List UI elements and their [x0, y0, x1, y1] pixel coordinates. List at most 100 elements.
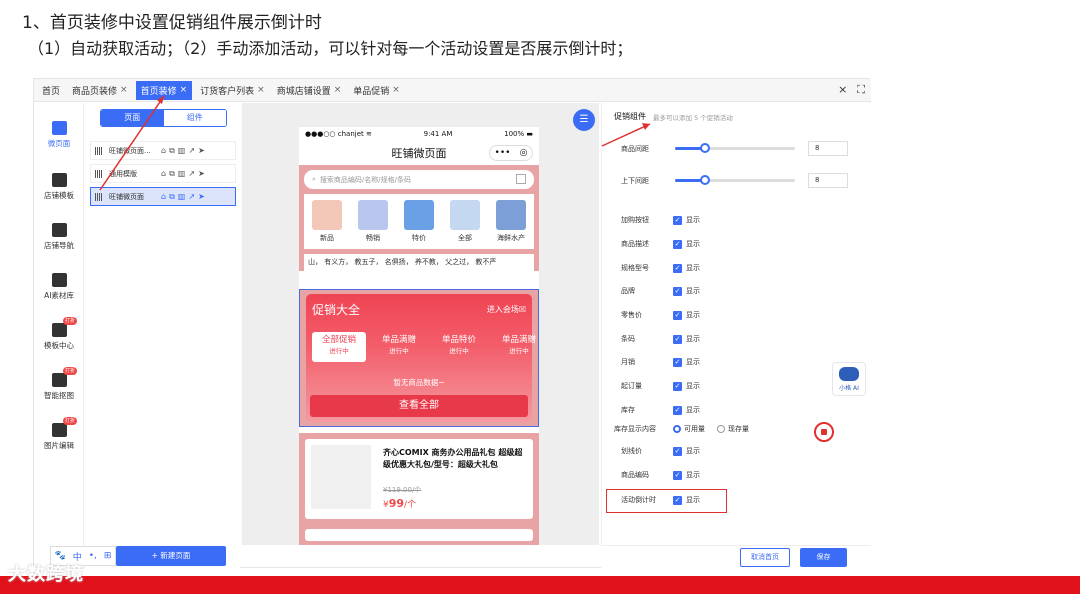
home-icon[interactable]: ⌂: [161, 146, 166, 156]
checkbox-checked[interactable]: ✓: [673, 215, 682, 225]
radio-on-hand[interactable]: [717, 425, 725, 433]
search-component[interactable]: ⌕ 搜索商品编码/名称/规格/条码: [304, 170, 534, 189]
category-item[interactable]: 海鲜水产: [496, 200, 526, 249]
tabbar-actions: × ⛶: [838, 83, 865, 97]
nav-shop-navigation[interactable]: 店铺导航: [34, 223, 84, 251]
ai-assistant-widget[interactable]: 小格 AI: [832, 362, 866, 396]
menu-fab-button[interactable]: ☰: [573, 109, 595, 131]
share-icon[interactable]: ↗: [188, 192, 195, 202]
grid-icon[interactable]: ⊞: [104, 551, 112, 561]
close-all-icon[interactable]: ×: [838, 83, 847, 97]
page-row[interactable]: 通用模版 ⌂ ⧉ ▥ ↗ ➤: [90, 164, 236, 183]
send-icon[interactable]: ➤: [198, 169, 205, 179]
fullscreen-icon[interactable]: ⛶: [857, 83, 865, 97]
delete-icon[interactable]: ▥: [178, 146, 186, 156]
nav-ai-library[interactable]: AI素材库: [34, 273, 84, 301]
slider-handle[interactable]: [700, 143, 710, 153]
enter-venue-link[interactable]: 进入会场☒: [487, 304, 526, 315]
nav-micro-page[interactable]: 微页面: [34, 121, 84, 149]
slider-track[interactable]: [675, 175, 795, 185]
share-icon[interactable]: ↗: [188, 146, 195, 156]
checkbox-checked[interactable]: ✓: [673, 263, 682, 273]
share-icon[interactable]: ↗: [188, 169, 195, 179]
record-stop-button[interactable]: [814, 422, 834, 442]
notice-bar[interactable]: 山， 有义方， 教五子， 名俱扬， 养不教， 父之过， 教不严: [304, 254, 534, 271]
checkbox-checked[interactable]: ✓: [673, 310, 682, 320]
tab-home[interactable]: 首页: [38, 82, 64, 99]
new-page-button[interactable]: + 新建页面: [116, 546, 226, 566]
checkbox-checked[interactable]: ✓: [673, 357, 682, 367]
close-icon[interactable]: ×: [334, 85, 342, 95]
tab-product-page-decor[interactable]: 商品页装修 ×: [68, 82, 132, 99]
cancel-home-button[interactable]: 取消首页: [740, 548, 790, 567]
option-label: 商品编码: [621, 471, 649, 479]
tab-shop-settings[interactable]: 商城店铺设置 ×: [273, 82, 346, 99]
product-card[interactable]: [305, 529, 533, 541]
tab-home-decor[interactable]: 首页装修 ×: [135, 80, 193, 100]
send-icon[interactable]: ➤: [198, 146, 205, 156]
promo-tab[interactable]: 全部促销 进行中: [312, 332, 366, 362]
checkbox-checked[interactable]: ✓: [673, 286, 682, 296]
tab-customer-list[interactable]: 订货客户列表 ×: [196, 82, 269, 99]
category-item[interactable]: 全部: [450, 200, 480, 249]
clock: 9:41 AM: [423, 130, 453, 138]
close-circle-icon[interactable]: ◎: [520, 148, 528, 158]
checkbox-checked[interactable]: ✓: [673, 405, 682, 415]
delete-icon[interactable]: ▥: [178, 169, 186, 179]
option-label: 条码: [621, 335, 635, 343]
price-value: 99: [388, 497, 405, 510]
close-icon[interactable]: ×: [257, 85, 265, 95]
copy-icon[interactable]: ⧉: [169, 146, 175, 156]
radio-available[interactable]: [673, 425, 681, 433]
category-item[interactable]: 畅销: [358, 200, 388, 249]
category-item[interactable]: 新品: [312, 200, 342, 249]
product-card[interactable]: 齐心COMIX 商务办公用品礼包 超级超级优惠大礼包/型号：超级大礼包 ¥119…: [305, 439, 533, 519]
checkbox-checked[interactable]: ✓: [673, 446, 682, 456]
close-icon[interactable]: ×: [180, 85, 188, 95]
page-row-selected[interactable]: 旺铺微页面 ⌂ ⧉ ▥ ↗ ➤: [90, 187, 236, 206]
nav-shop-template[interactable]: 店铺模板: [34, 173, 84, 201]
tab-components[interactable]: 组件: [163, 110, 226, 126]
promo-tab[interactable]: 单品满赠 进行中: [372, 332, 426, 362]
save-button[interactable]: 保存: [800, 548, 847, 567]
nav-smart-cutout[interactable]: 打折 智能抠图: [34, 367, 84, 401]
drag-handle-icon[interactable]: [95, 146, 103, 155]
delete-icon[interactable]: ▥: [178, 192, 186, 202]
more-icon[interactable]: •••: [495, 148, 511, 158]
slider-handle[interactable]: [700, 175, 710, 185]
drag-handle-icon[interactable]: [95, 192, 103, 201]
home-icon[interactable]: ⌂: [161, 192, 166, 202]
preview-canvas: ●●●○○ chanjet ≋ 9:41 AM 100% ▬ 旺铺微页面 •••…: [242, 103, 599, 545]
scan-icon[interactable]: [516, 174, 526, 184]
nav-template-center[interactable]: 打折 模板中心: [34, 317, 84, 351]
checkbox-checked[interactable]: ✓: [673, 334, 682, 344]
promo-component-selected[interactable]: 促销大全 进入会场☒ 全部促销 进行中 单品满赠 进行中 单品特价 进行中 单品满赠进…: [299, 289, 539, 427]
copy-icon[interactable]: ⧉: [169, 192, 175, 202]
promo-tab[interactable]: 单品特价 进行中: [432, 332, 486, 362]
category-nav[interactable]: 新品 畅销 特价 全部 海鲜水产: [304, 194, 534, 249]
copy-icon[interactable]: ⧉: [169, 169, 175, 179]
send-icon[interactable]: ➤: [198, 192, 205, 202]
view-all-button[interactable]: 查看全部: [310, 395, 528, 417]
checkbox-checked[interactable]: ✓: [673, 239, 682, 249]
category-label: 特价: [412, 234, 426, 242]
row-spacing-input[interactable]: 8: [808, 173, 848, 188]
drag-handle-icon[interactable]: [95, 169, 103, 178]
page-row[interactable]: 旺铺微页面... ⌂ ⧉ ▥ ↗ ➤: [90, 141, 236, 160]
slider-track[interactable]: [675, 143, 795, 153]
home-icon[interactable]: ⌂: [161, 169, 166, 179]
search-placeholder: 搜索商品编码/名称/规格/条码: [319, 175, 411, 184]
close-icon[interactable]: ×: [392, 85, 400, 95]
nav-image-edit[interactable]: 打折 图片编辑: [34, 417, 84, 451]
checkbox-checked[interactable]: ✓: [673, 470, 682, 480]
close-icon[interactable]: ×: [120, 85, 128, 95]
promo-title: 促销大全: [312, 303, 361, 317]
tab-pages[interactable]: 页面: [101, 110, 164, 126]
item-spacing-input[interactable]: 8: [808, 141, 848, 156]
punctuation-icon[interactable]: •,: [89, 551, 97, 561]
tab-single-promo[interactable]: 单品促销 ×: [349, 82, 404, 99]
category-item[interactable]: 特价: [404, 200, 434, 249]
promo-tab[interactable]: 单品满赠 进行中: [492, 332, 539, 362]
nav-label: 店铺导航: [44, 241, 74, 250]
checkbox-checked[interactable]: ✓: [673, 381, 682, 391]
